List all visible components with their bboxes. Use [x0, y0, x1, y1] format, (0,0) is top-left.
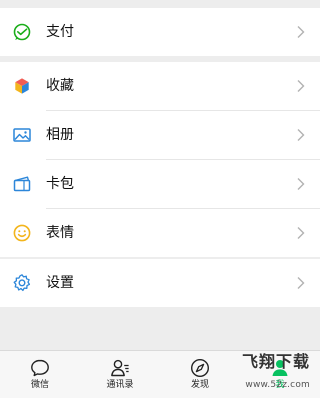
chevron-right-icon	[297, 129, 305, 141]
wechat-pay-icon	[13, 23, 31, 41]
menu-item-label: 支付	[46, 24, 74, 40]
tab-label: 发现	[190, 380, 209, 390]
chevron-right-icon	[297, 277, 305, 289]
pay-section: 支付	[0, 8, 320, 56]
menu-item-pay[interactable]: 支付	[0, 8, 320, 56]
card-wallet-icon	[13, 176, 31, 192]
photo-album-icon	[13, 128, 31, 142]
favorites-cube-icon	[14, 77, 30, 95]
menu-item-label: 相册	[46, 127, 74, 143]
menu-item-favorites[interactable]: 收藏	[0, 62, 320, 110]
sticker-smile-icon	[13, 224, 31, 242]
settings-section: 设置	[0, 259, 320, 307]
menu-item-settings[interactable]: 设置	[0, 259, 320, 307]
chevron-right-icon	[297, 26, 305, 38]
tab-chats[interactable]: 微信	[0, 351, 80, 398]
tab-me[interactable]: 我	[240, 351, 320, 398]
tab-label: 通讯录	[106, 380, 134, 390]
tab-label: 我	[275, 380, 285, 390]
menu-item-label: 表情	[46, 225, 74, 241]
features-section: 收藏 相册 卡包 表情	[0, 62, 320, 257]
menu-item-label: 卡包	[46, 176, 74, 192]
menu-item-stickers[interactable]: 表情	[0, 209, 320, 257]
chat-bubble-icon	[31, 359, 49, 377]
me-page: 支付 收藏 相册 卡包 表情 设置 微信 通讯录 发现 我 飞翔下载 www.5…	[0, 0, 320, 398]
menu-item-cards[interactable]: 卡包	[0, 160, 320, 208]
tab-label: 微信	[30, 380, 49, 390]
bottom-tab-bar: 微信 通讯录 发现 我 飞翔下载 www.52z.com	[0, 350, 320, 398]
menu-item-label: 设置	[46, 275, 74, 291]
chevron-right-icon	[297, 178, 305, 190]
chevron-right-icon	[297, 227, 305, 239]
me-person-icon	[272, 360, 288, 376]
tab-discover[interactable]: 发现	[160, 351, 240, 398]
discover-compass-icon	[190, 358, 210, 378]
contacts-icon	[111, 359, 129, 377]
tab-contacts[interactable]: 通讯录	[80, 351, 160, 398]
menu-item-album[interactable]: 相册	[0, 111, 320, 159]
chevron-right-icon	[297, 80, 305, 92]
menu-item-label: 收藏	[46, 78, 74, 94]
settings-gear-icon	[13, 274, 31, 292]
